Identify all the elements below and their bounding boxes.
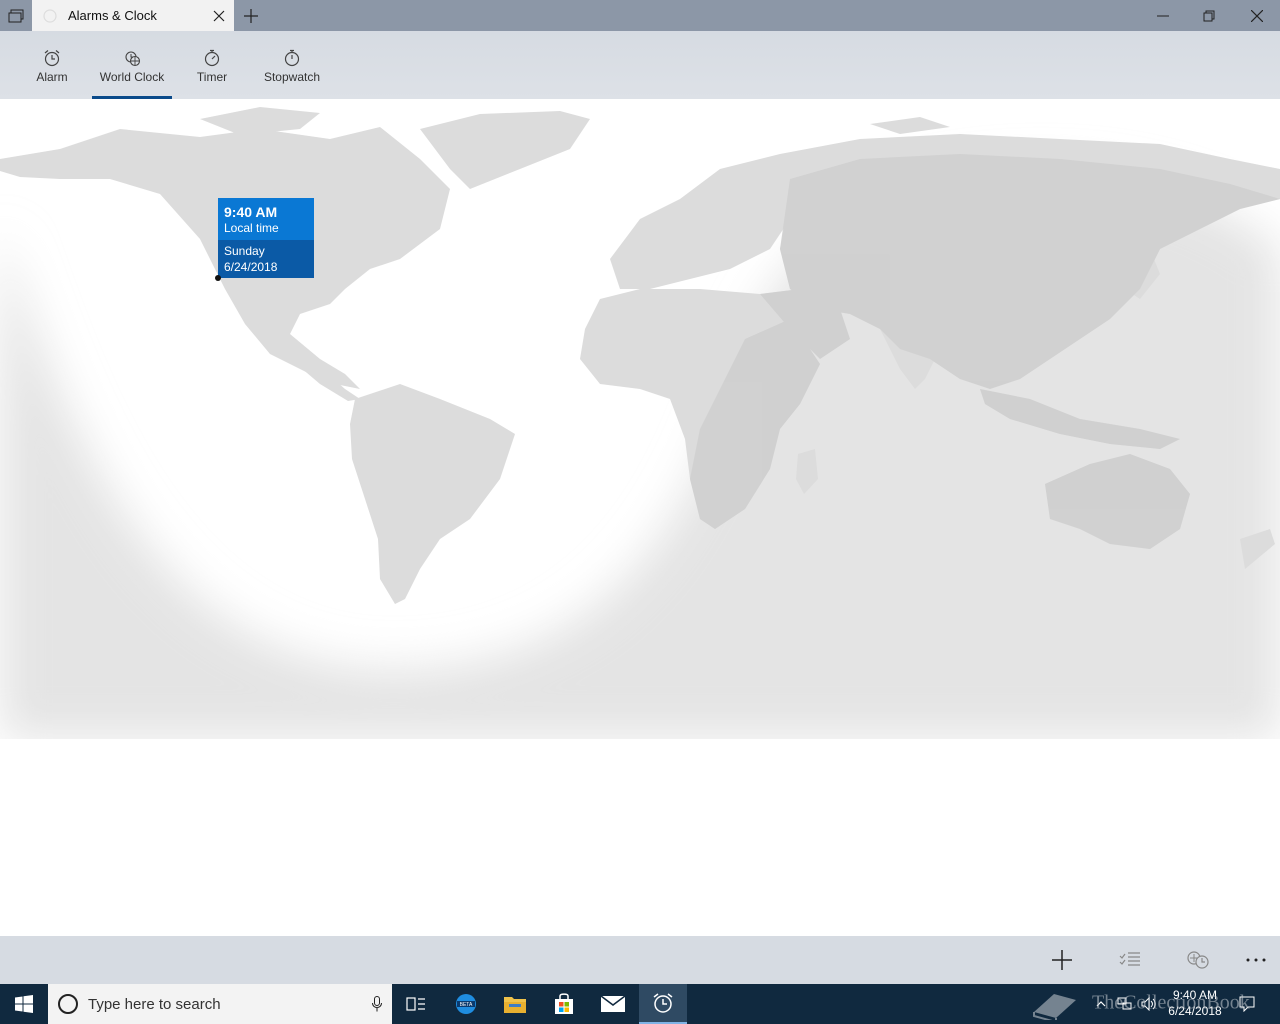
close-tab-icon[interactable]	[204, 0, 234, 31]
compare-clocks-icon[interactable]	[1174, 936, 1222, 984]
nav-alarm[interactable]: Alarm	[30, 31, 74, 99]
stopwatch-icon	[282, 49, 302, 67]
timer-icon	[202, 49, 222, 67]
book-watermark-icon	[1032, 988, 1078, 1024]
task-view-icon[interactable]	[392, 984, 440, 1024]
search-placeholder: Type here to search	[88, 995, 221, 1013]
world-map[interactable]	[0, 99, 1280, 739]
tooltip-time: 9:40 AM	[224, 204, 278, 220]
tooltip-day: Sunday	[224, 244, 265, 258]
store-icon[interactable]	[540, 984, 588, 1024]
tab-list-icon[interactable]	[0, 0, 32, 31]
nav-timer[interactable]: Timer	[192, 31, 232, 99]
taskbar: Type here to search BETA 9:40 AM 6/24/20…	[0, 984, 1280, 1024]
alarm-icon	[42, 49, 62, 67]
watermark: TheCollectionBook	[1033, 988, 1250, 1024]
nav-label: Alarm	[36, 70, 68, 84]
command-bar	[0, 936, 1280, 984]
restore-icon[interactable]	[1186, 0, 1232, 31]
more-icon[interactable]	[1232, 936, 1280, 984]
cortana-icon	[58, 994, 78, 1014]
title-bar: Alarms & Clock	[0, 0, 1280, 31]
microphone-icon[interactable]	[362, 996, 392, 1012]
location-pin[interactable]	[215, 275, 221, 281]
app-tab[interactable]: Alarms & Clock	[32, 0, 234, 31]
nav-stopwatch[interactable]: Stopwatch	[258, 31, 326, 99]
minimize-icon[interactable]	[1140, 0, 1186, 31]
new-tab-icon[interactable]	[236, 0, 266, 31]
tooltip-date: 6/24/2018	[224, 260, 278, 274]
windows-start-icon[interactable]	[0, 984, 48, 1024]
nav-label: Timer	[196, 70, 228, 84]
edge-beta-icon[interactable]: BETA	[442, 984, 490, 1024]
world-clock-icon	[122, 49, 142, 67]
window-title: Alarms & Clock	[68, 8, 157, 23]
watermark-text: TheCollectionBook	[1092, 991, 1250, 1014]
nav-world-clock[interactable]: World Clock	[92, 31, 172, 99]
edit-list-icon[interactable]	[1106, 936, 1154, 984]
svg-text:BETA: BETA	[460, 1002, 473, 1008]
tooltip-date-panel: Sunday 6/24/2018	[218, 240, 314, 278]
local-time-tooltip[interactable]: 9:40 AM Local time Sunday 6/24/2018	[218, 198, 314, 278]
app-favicon-icon	[42, 8, 58, 24]
alarms-clock-icon[interactable]	[639, 984, 687, 1024]
tooltip-header: 9:40 AM Local time	[218, 198, 314, 240]
nav-label: World Clock	[99, 70, 165, 84]
add-icon[interactable]	[1038, 936, 1086, 984]
file-explorer-icon[interactable]	[491, 984, 539, 1024]
taskbar-search-box[interactable]: Type here to search	[48, 984, 392, 1024]
app-nav: Alarm World Clock Timer Stopwatch	[0, 31, 1280, 99]
close-window-icon[interactable]	[1234, 0, 1280, 31]
tooltip-label: Local time	[224, 221, 279, 235]
nav-label: Stopwatch	[263, 70, 321, 84]
mail-icon[interactable]	[589, 984, 637, 1024]
